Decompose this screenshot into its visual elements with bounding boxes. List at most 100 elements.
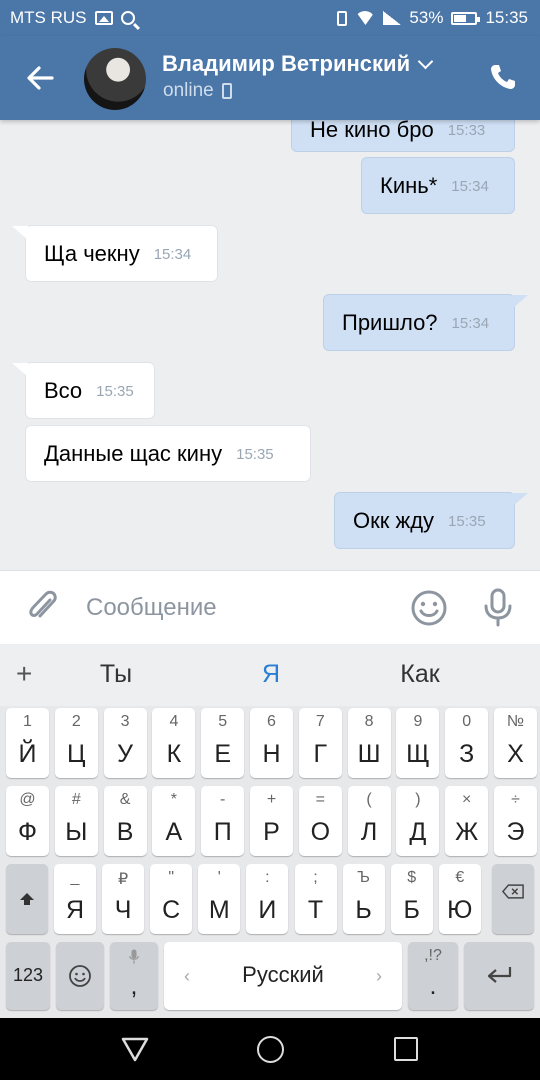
key-letter: Э [506,818,525,846]
message-bubble-outgoing[interactable]: Пришло? 15:34 [323,294,528,351]
letter-key[interactable]: # Ы [54,786,98,856]
key-letter: Ы [65,818,88,846]
message-bubble-outgoing[interactable]: Не кино бро 15:33 [291,120,515,152]
letter-key[interactable]: 9Щ [396,708,440,778]
microphone-icon [484,588,512,627]
letter-key[interactable]: :И [246,864,289,934]
key-letter: Е [214,740,232,768]
letter-key[interactable]: ) Д [396,786,440,856]
letter-key[interactable]: ' М [198,864,241,934]
letter-key[interactable]: № Х [494,708,537,778]
compose-bar [0,570,540,644]
key-hint: 6 [267,713,276,730]
battery-percent: 53% [409,8,444,27]
letter-key[interactable]: € Ю [438,864,481,934]
letter-key[interactable]: ; Т [294,864,337,934]
letter-key[interactable]: $ Б [390,864,433,934]
key-hint: 4 [169,713,179,730]
letter-key[interactable]: × Ж [445,786,489,856]
letter-key[interactable]: & В [103,786,147,856]
contact-name-button[interactable]: Владимир Ветринский [162,51,434,77]
key-hint: " [168,869,175,886]
message-bubble-incoming[interactable]: Ща чекну 15:34 [12,225,218,282]
back-button[interactable] [22,60,58,96]
voice-message-button[interactable] [482,587,514,629]
key-letter: У [117,740,134,768]
key-hint: & [119,791,131,808]
letter-key[interactable]: * А [152,786,196,856]
system-navigation-bar [0,1018,540,1080]
nav-back-button[interactable] [120,1034,150,1064]
suggestion-item[interactable]: Как [360,660,480,689]
key-letter: Н [262,740,281,768]
attach-button[interactable] [24,588,60,628]
message-input[interactable] [86,589,386,627]
message-bubble-incoming[interactable]: Всо 15:35 [12,362,155,419]
phone-icon [491,65,515,89]
letter-key[interactable]: (Л [347,786,391,856]
key-hint: @ [19,791,36,808]
key-letter: Ч [114,896,132,924]
message-text: Пришло? [342,310,438,335]
numbers-key[interactable]: 123 [6,942,50,1010]
message-bubble-outgoing[interactable]: Кинь* 15:34 [361,157,515,214]
emoji-key[interactable] [56,942,104,1010]
avatar[interactable] [84,48,146,110]
letter-key[interactable]: + Р [250,786,293,856]
letter-key[interactable]: 8Ш [347,708,391,778]
letter-key[interactable]: @ Ф [6,786,49,856]
key-hint: € [455,869,465,886]
enter-icon [487,967,512,983]
microphone-hint-icon [129,949,139,964]
letter-key[interactable]: 6Н [250,708,293,778]
letter-key[interactable]: _ Я [54,864,96,934]
letter-key[interactable]: 4К [152,708,196,778]
letter-key[interactable]: ЪЬ [342,864,385,934]
letter-key[interactable]: " С [150,864,193,934]
on-screen-keyboard: + Ты Я Как 123 , ‹ Русский › ,!? . 1 Й 2… [0,644,540,1018]
shift-key[interactable] [6,864,48,934]
message-bubble-incoming[interactable]: Данные щас кину 15:35 [25,425,311,482]
key-hint: _ [70,869,80,886]
keyboard-plus-button[interactable]: + [16,658,32,690]
letter-key[interactable]: 2Ц [54,708,98,778]
key-letter: Ц [67,740,86,768]
key-hint: ₽ [118,871,129,888]
key-letter: Д [409,818,427,846]
suggestion-item[interactable]: Ты [56,660,176,689]
message-list[interactable]: Не кино бро 15:33 Кинь* 15:34 Ща чекну 1… [0,120,540,570]
enter-key[interactable] [464,942,534,1010]
letter-key[interactable]: 7Г [298,708,342,778]
letter-key[interactable]: 1Й [6,708,49,778]
comma-key-label: , [130,972,138,1000]
period-key-label: . [429,972,437,1000]
space-key[interactable]: ‹ Русский › [164,942,402,1010]
letter-key[interactable]: ÷ Э [494,786,537,856]
message-text: Ща чекну [44,241,140,266]
backspace-key[interactable] [492,864,534,934]
emoji-button[interactable] [410,589,448,627]
call-button[interactable] [488,62,518,92]
key-hint: + [266,791,277,808]
nav-recent-apps-button[interactable] [394,1037,418,1061]
key-letter: Г [313,740,328,768]
shift-arrow-icon [20,893,34,905]
message-bubble-outgoing[interactable]: Окк жду 15:35 [334,492,528,549]
letter-key[interactable]: 5Е [201,708,245,778]
message-time: 15:34 [153,246,192,263]
letter-key[interactable]: = О [298,786,342,856]
suggestion-item[interactable]: Я [211,660,331,689]
contact-name: Владимир Ветринский [162,51,411,76]
message-time: 15:33 [447,122,486,139]
comma-key[interactable]: , [110,942,158,1010]
period-key[interactable]: ,!? . [408,942,458,1010]
letter-key[interactable]: -П [201,786,245,856]
nav-home-button[interactable] [257,1036,284,1063]
carrier-label: MTS RUS [10,8,87,27]
letter-key[interactable]: ₽ Ч [102,864,145,934]
smiley-icon [411,590,447,626]
letter-key[interactable]: 0З [445,708,489,778]
letter-key[interactable]: 3У [103,708,147,778]
key-hint: ÷ [511,791,520,808]
space-key-label: Русский [242,962,324,987]
